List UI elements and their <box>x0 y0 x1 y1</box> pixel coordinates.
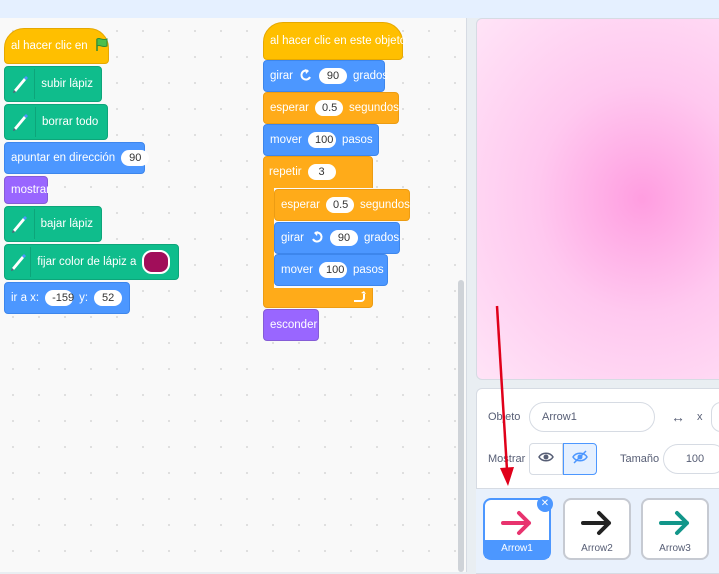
pen-down-block[interactable]: bajar lápiz <box>4 206 102 242</box>
goto-y-label: y: <box>79 292 89 304</box>
repeat-label: repetir <box>269 166 302 178</box>
show-block[interactable]: mostrar <box>4 176 50 204</box>
delete-sprite-icon[interactable]: ✕ <box>537 496 553 512</box>
inner-seconds-label: segundos <box>360 199 410 211</box>
inner-wait-block[interactable]: esperar 0.5 segundos <box>274 189 410 221</box>
hat-label-sprite: al hacer clic en este objeto <box>270 35 407 47</box>
sprite-name: Arrow1 <box>485 540 549 558</box>
when-sprite-clicked-block[interactable]: al hacer clic en este objeto <box>263 22 407 60</box>
arrow-right-icon <box>643 504 707 542</box>
turn-left-input[interactable]: 90 <box>319 68 348 84</box>
sprite-tile-arrow3[interactable]: Arrow3 <box>641 498 709 560</box>
goto-label: ir a x: <box>11 292 40 304</box>
turn-left-block[interactable]: girar 90 grados <box>263 60 389 92</box>
repeat-input[interactable]: 3 <box>307 164 336 180</box>
show-label: mostrar <box>11 184 50 196</box>
horizontal-arrows-icon: ↔ <box>671 409 685 425</box>
inner-move-input[interactable]: 100 <box>318 262 347 278</box>
turn-left-label: girar <box>270 70 294 82</box>
show-sprite-button[interactable] <box>529 443 563 475</box>
sprite-name: Arrow3 <box>659 543 691 554</box>
sprite-name-input[interactable]: Arrow1 <box>529 402 655 432</box>
pen-icon <box>5 209 35 239</box>
move-input[interactable]: 100 <box>307 132 336 148</box>
pen-icon <box>5 107 36 137</box>
hat-label: al hacer clic en <box>11 40 88 52</box>
green-flag-icon <box>94 37 110 56</box>
wait-block[interactable]: esperar 0.5 segundos <box>263 92 399 124</box>
workspace-scrollbar[interactable] <box>458 280 464 572</box>
degrees-label: grados <box>353 70 389 82</box>
hide-sprite-button[interactable] <box>563 443 597 475</box>
pen-down-label: bajar lápiz <box>40 218 93 230</box>
pen-color-swatch[interactable] <box>142 250 170 274</box>
size-input[interactable]: 100 <box>663 444 719 474</box>
object-label: Objeto <box>488 411 521 423</box>
inner-move-block[interactable]: mover 100 pasos <box>274 254 388 286</box>
hide-block[interactable]: esconder <box>263 309 319 341</box>
x-input[interactable] <box>711 402 719 432</box>
rotate-left-icon <box>299 68 313 85</box>
turn-right-label: girar <box>281 232 305 244</box>
goto-xy-block[interactable]: ir a x: -159 y: 52 <box>4 282 130 314</box>
eye-slash-icon <box>572 449 588 469</box>
inner-wait-label: esperar <box>281 199 320 211</box>
size-label: Tamaño <box>620 453 660 465</box>
move-block[interactable]: mover 100 pasos <box>263 124 379 156</box>
repeat-loop-icon <box>352 290 368 304</box>
stage[interactable] <box>476 18 719 380</box>
rotate-right-icon <box>310 230 324 247</box>
pen-up-label: subir lápiz <box>41 78 93 90</box>
size-value: 100 <box>685 453 705 465</box>
wait-input[interactable]: 0.5 <box>315 100 343 116</box>
point-dir-label: apuntar en dirección <box>11 152 116 164</box>
x-label: x <box>697 411 703 423</box>
pen-icon <box>5 247 32 277</box>
show-label-panel: Mostrar <box>488 453 526 465</box>
move-label: mover <box>270 134 302 146</box>
inner-steps-label: pasos <box>352 264 384 276</box>
clear-block[interactable]: borrar todo <box>4 104 108 140</box>
inner-move-label: mover <box>281 264 313 276</box>
sprite-tile-arrow2[interactable]: Arrow2 <box>563 498 631 560</box>
point-in-direction-block[interactable]: apuntar en dirección 90 <box>4 142 150 174</box>
arrow-right-icon <box>565 504 629 542</box>
steps-label: pasos <box>341 134 373 146</box>
turn-right-block[interactable]: girar 90 grados <box>274 222 400 254</box>
pen-icon <box>5 69 36 99</box>
set-pen-color-label: fijar color de lápiz a <box>37 256 137 268</box>
inner-wait-input[interactable]: 0.5 <box>326 197 354 213</box>
repeat-header: repetir 3 <box>263 156 373 188</box>
sprite-name: Arrow2 <box>581 543 613 554</box>
top-bar <box>0 0 719 18</box>
inner-degrees-label: grados <box>364 232 400 244</box>
when-flag-clicked-block[interactable]: al hacer clic en <box>4 28 109 64</box>
goto-y-input[interactable]: 52 <box>94 290 123 306</box>
direction-input[interactable]: 90 <box>121 150 150 166</box>
seconds-label: segundos <box>349 102 399 114</box>
set-pen-color-block[interactable]: fijar color de lápiz a <box>4 244 179 280</box>
turn-right-input[interactable]: 90 <box>330 230 359 246</box>
sprite-name-value: Arrow1 <box>542 411 577 423</box>
sprite-tile-arrow1[interactable]: ✕ Arrow1 <box>483 496 553 560</box>
eye-icon <box>538 450 554 468</box>
wait-label: esperar <box>270 102 309 114</box>
hide-label: esconder <box>270 319 318 331</box>
pen-up-block[interactable]: subir lápiz <box>4 66 102 102</box>
goto-x-input[interactable]: -159 <box>45 290 74 306</box>
clear-label: borrar todo <box>42 116 99 128</box>
